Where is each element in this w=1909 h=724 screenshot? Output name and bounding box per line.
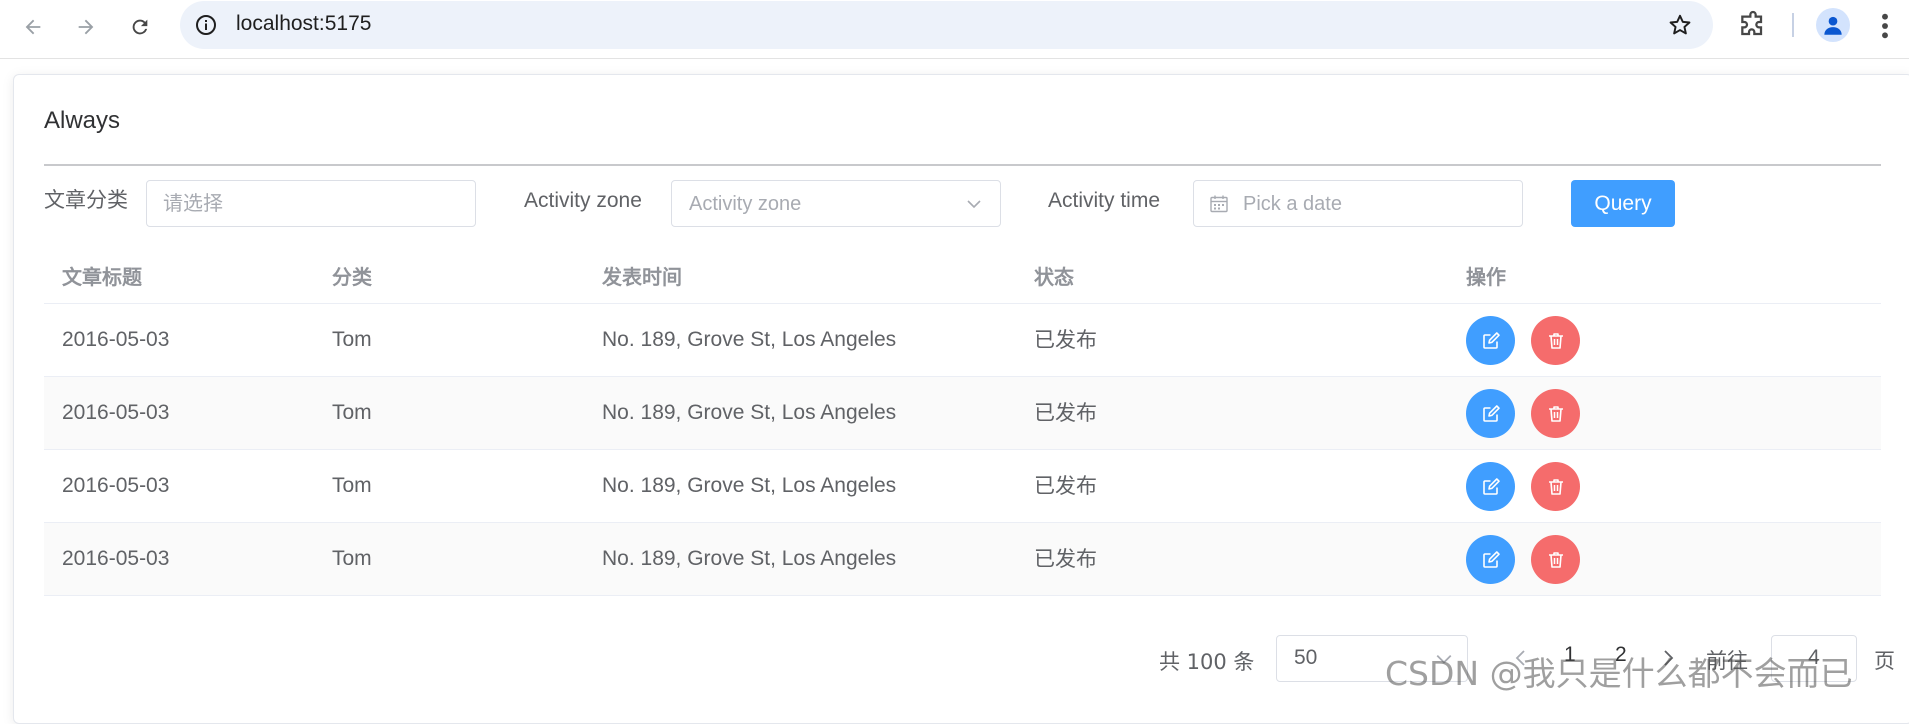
- toolbar-divider: [1792, 13, 1794, 37]
- articles-table: 文章标题 分类 发表时间 状态 操作 2016-05-03 Tom No. 18…: [44, 244, 1881, 596]
- cell-category: Tom: [332, 401, 372, 424]
- trash-icon: [1548, 478, 1563, 495]
- cell-published: No. 189, Grove St, Los Angeles: [602, 328, 897, 351]
- cell-title: 2016-05-03: [62, 328, 170, 351]
- delete-button[interactable]: [1531, 535, 1580, 584]
- query-button[interactable]: Query: [1571, 180, 1675, 227]
- column-header-actions: 操作: [1466, 265, 1506, 289]
- cell-published: No. 189, Grove St, Los Angeles: [602, 474, 897, 497]
- csdn-watermark: CSDN @我只是什么都不会而已: [1385, 654, 1853, 693]
- cell-status: 已发布: [1034, 401, 1097, 425]
- cell-category: Tom: [332, 474, 372, 497]
- cell-category: Tom: [332, 547, 372, 570]
- cell-title: 2016-05-03: [62, 401, 170, 424]
- trash-icon: [1548, 332, 1563, 349]
- column-header-category: 分类: [332, 265, 372, 289]
- delete-button[interactable]: [1531, 462, 1580, 511]
- reload-button[interactable]: [121, 8, 159, 46]
- date-picker[interactable]: Pick a date: [1193, 180, 1523, 227]
- bookmark-star-icon[interactable]: [1667, 12, 1693, 38]
- chevron-down-icon: [967, 200, 981, 209]
- page-size-value: 50: [1294, 646, 1318, 669]
- cell-title: 2016-05-03: [62, 547, 170, 570]
- article-card: Always 文章分类 请选择 Activity zone Activity z…: [13, 74, 1909, 724]
- edit-button[interactable]: [1466, 462, 1515, 511]
- person-icon: [1824, 16, 1842, 35]
- edit-icon: [1482, 331, 1500, 349]
- category-select[interactable]: 请选择: [146, 180, 476, 227]
- edit-icon: [1482, 550, 1500, 568]
- back-button[interactable]: [14, 8, 52, 46]
- zone-select[interactable]: Activity zone: [671, 180, 1001, 227]
- more-menu-icon[interactable]: [1876, 10, 1894, 42]
- column-header-title: 文章标题: [62, 265, 142, 289]
- category-placeholder: 请选择: [163, 193, 223, 215]
- edit-icon: [1482, 477, 1500, 495]
- edit-button[interactable]: [1466, 389, 1515, 438]
- card-title: Always: [44, 107, 121, 134]
- edit-button[interactable]: [1466, 535, 1515, 584]
- column-header-published: 发表时间: [602, 265, 682, 289]
- edit-icon: [1482, 404, 1500, 422]
- address-bar[interactable]: localhost:5175: [180, 1, 1713, 49]
- zone-placeholder: Activity zone: [689, 193, 802, 215]
- delete-button[interactable]: [1531, 316, 1580, 365]
- cell-status: 已发布: [1034, 474, 1097, 498]
- date-placeholder: Pick a date: [1243, 193, 1342, 215]
- profile-avatar[interactable]: [1816, 8, 1850, 42]
- arrow-left-icon: [25, 19, 41, 35]
- category-label: 文章分类: [44, 189, 128, 212]
- cell-published: No. 189, Grove St, Los Angeles: [602, 547, 897, 570]
- card-divider: [44, 164, 1881, 166]
- column-header-status: 状态: [1034, 265, 1074, 289]
- cell-status: 已发布: [1034, 547, 1097, 571]
- calendar-icon: [1210, 195, 1228, 213]
- extensions-icon[interactable]: [1737, 10, 1769, 42]
- table-row: 2016-05-03 Tom No. 189, Grove St, Los An…: [44, 523, 1881, 596]
- reload-icon: [132, 19, 148, 35]
- table-row: 2016-05-03 Tom No. 189, Grove St, Los An…: [44, 304, 1881, 377]
- table-row: 2016-05-03 Tom No. 189, Grove St, Los An…: [44, 450, 1881, 523]
- trash-icon: [1548, 551, 1563, 568]
- table-row: 2016-05-03 Tom No. 189, Grove St, Los An…: [44, 377, 1881, 450]
- cell-status: 已发布: [1034, 328, 1097, 352]
- forward-button[interactable]: [67, 8, 105, 46]
- delete-button[interactable]: [1531, 389, 1580, 438]
- url-text[interactable]: localhost:5175: [236, 12, 371, 36]
- cell-published: No. 189, Grove St, Los Angeles: [602, 401, 897, 424]
- cell-category: Tom: [332, 328, 372, 351]
- time-label: Activity time: [1048, 189, 1161, 212]
- table-header: 文章标题 分类 发表时间 状态 操作: [44, 244, 1881, 304]
- pagination-total: 共 100 条: [1159, 650, 1255, 674]
- edit-button[interactable]: [1466, 316, 1515, 365]
- browser-toolbar: localhost:5175: [0, 0, 1909, 59]
- cell-title: 2016-05-03: [62, 474, 170, 497]
- arrow-right-icon: [78, 19, 94, 35]
- zone-label: Activity zone: [524, 189, 642, 212]
- page-suffix: 页: [1874, 649, 1895, 673]
- site-info-icon[interactable]: [194, 13, 218, 37]
- trash-icon: [1548, 405, 1563, 422]
